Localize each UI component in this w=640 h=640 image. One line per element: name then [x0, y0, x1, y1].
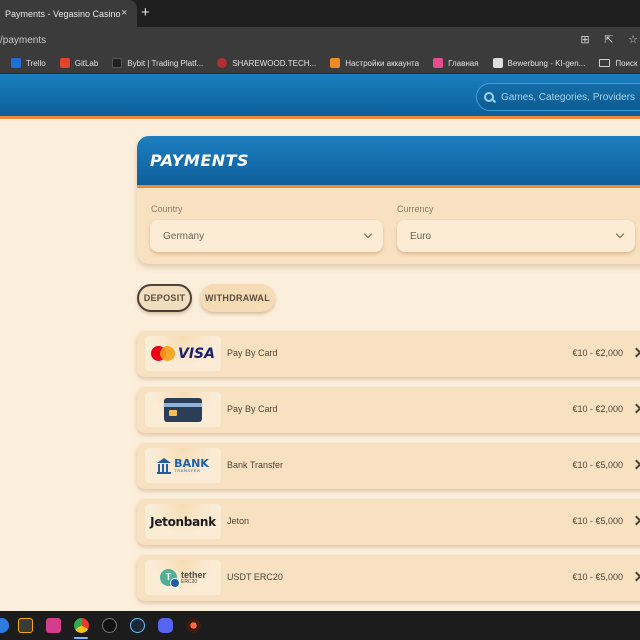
bank-logo-subtext: TRANSFER — [174, 468, 201, 473]
tab-deposit[interactable]: DEPOSIT — [137, 284, 192, 312]
credit-card-icon — [164, 397, 202, 422]
address-url[interactable]: /payments — [0, 35, 46, 46]
bank-transfer-logo: BANK TRANSFER — [145, 448, 221, 483]
chevron-right-icon — [631, 571, 640, 582]
chevron-right-icon — [631, 515, 640, 526]
currency-select[interactable]: Euro — [397, 220, 635, 252]
edge-icon[interactable] — [0, 618, 9, 633]
home-site-icon — [433, 58, 444, 68]
bookmark-trello[interactable]: Trello — [11, 58, 46, 68]
payment-method-jeton[interactable]: Jetonbank Jeton €10 - €5,000 — [137, 499, 640, 545]
search-box[interactable] — [476, 83, 640, 111]
bewerbung-icon — [492, 58, 503, 68]
browser-tab[interactable]: Payments - Vegasino Casino × — [0, 0, 137, 27]
close-tab-icon[interactable]: × — [121, 7, 127, 19]
bookmark-sharewood[interactable]: SHAREWOOD.TECH... — [217, 58, 316, 68]
method-range: €10 - €5,000 — [572, 516, 623, 526]
bookmarks-bar: Trello GitLab Bybit | Trading Platf... S… — [0, 53, 640, 74]
bookmark-bewerbung[interactable]: Bewerbung - KI-gen... — [492, 58, 585, 68]
chevron-down-icon — [363, 229, 373, 239]
bybit-icon — [112, 58, 123, 68]
bookmark-star-icon[interactable]: ☆ — [626, 33, 640, 46]
bookmark-account-settings[interactable]: Настройки аккаунта — [330, 58, 419, 68]
method-name: Pay By Card — [227, 404, 278, 414]
folder-icon — [599, 59, 611, 67]
country-select[interactable]: Germany — [150, 220, 383, 252]
chevron-down-icon — [615, 229, 625, 239]
tether-logo-subtext: ERC20 — [180, 578, 198, 585]
page-title: PAYMENTS — [150, 151, 250, 170]
method-range: €10 - €2,000 — [572, 348, 623, 358]
sharewood-icon — [217, 58, 228, 68]
active-app-indicator — [74, 637, 88, 639]
discord-icon[interactable] — [158, 618, 173, 633]
jetonbank-logo-text: Jetonbank — [150, 514, 216, 529]
chrome-icon[interactable] — [74, 618, 89, 633]
gitlab-icon — [59, 58, 70, 68]
tether-logo: T tether ERC20 — [145, 560, 221, 595]
mastercard-visa-logo: VISA — [145, 336, 221, 371]
method-range: €10 - €5,000 — [572, 572, 623, 582]
sublime-icon[interactable] — [18, 618, 33, 633]
payment-method-bank-transfer[interactable]: BANK TRANSFER Bank Transfer €10 - €5,000 — [137, 443, 640, 489]
chevron-right-icon — [631, 403, 640, 414]
address-bar-actions: ⊞ ⇱ ☆ — [578, 33, 640, 46]
translate-icon[interactable]: ⊞ — [578, 33, 592, 46]
bookmark-home[interactable]: Главная — [433, 58, 479, 68]
tether-icon: T — [159, 569, 180, 588]
chevron-right-icon — [631, 347, 640, 358]
visa-logo-text: VISA — [178, 345, 215, 362]
trello-icon — [11, 58, 21, 68]
new-tab-icon[interactable]: + — [141, 4, 150, 22]
app-icon[interactable] — [186, 618, 201, 633]
method-range: €10 - €2,000 — [572, 404, 623, 414]
search-input[interactable] — [501, 91, 640, 103]
jetbrains-icon[interactable] — [46, 618, 61, 633]
account-settings-icon — [330, 58, 341, 68]
chevron-right-icon — [631, 459, 640, 470]
payment-method-usdt-erc20[interactable]: T tether ERC20 USDT ERC20 €10 - €5,000 — [137, 555, 640, 601]
share-icon[interactable]: ⇱ — [602, 33, 616, 46]
browser-tab-title: Payments - Vegasino Casino — [5, 8, 121, 19]
tab-withdrawal[interactable]: WITHDRAWAL — [200, 284, 275, 312]
bank-icon — [157, 457, 172, 474]
country-label: Country — [151, 204, 183, 214]
payments-header: PAYMENTS — [137, 136, 640, 188]
method-name: USDT ERC20 — [227, 572, 283, 582]
method-name: Jeton — [227, 516, 250, 526]
browser-tab-strip: Payments - Vegasino Casino × + — [0, 0, 640, 27]
bookmark-job-search[interactable]: Поиск работы — [599, 59, 640, 68]
bookmark-bybit[interactable]: Bybit | Trading Platf... — [112, 58, 203, 68]
currency-label: Currency — [397, 204, 434, 214]
os-taskbar — [0, 611, 640, 640]
site-header — [0, 74, 640, 119]
credit-card-logo — [145, 392, 221, 427]
method-name: Bank Transfer — [227, 460, 284, 470]
bookmark-gitlab[interactable]: GitLab — [59, 58, 98, 68]
g-app-icon[interactable] — [102, 618, 117, 633]
method-name: Pay By Card — [227, 348, 278, 358]
method-range: €10 - €5,000 — [572, 460, 623, 470]
address-bar[interactable]: /payments ⊞ ⇱ ☆ — [0, 27, 640, 53]
country-value: Germany — [163, 230, 205, 242]
search-icon — [484, 92, 494, 102]
currency-value: Euro — [410, 230, 432, 242]
payment-method-card[interactable]: Pay By Card €10 - €2,000 — [137, 387, 640, 433]
payments-panel: PAYMENTS Country Germany Currency Euro — [137, 136, 640, 264]
jetonbank-logo: Jetonbank — [145, 504, 221, 539]
mastercard-icon — [151, 346, 176, 361]
payment-method-card-visa[interactable]: VISA Pay By Card €10 - €2,000 — [137, 331, 640, 377]
steam-icon[interactable] — [130, 618, 145, 633]
